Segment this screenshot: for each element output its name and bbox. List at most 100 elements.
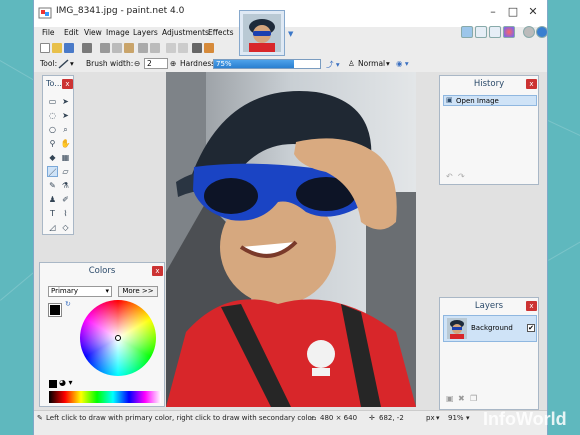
layer-row[interactable]: Background ✔ (443, 315, 537, 342)
palette-menu-icon[interactable]: ◕ ▾ (59, 378, 73, 387)
tool-dropdown-icon[interactable]: ▾ (70, 59, 74, 68)
line-curve-icon[interactable]: ⌇ (60, 208, 71, 219)
ellipse-select-icon[interactable]: ○ (47, 124, 58, 135)
text-icon[interactable]: T (47, 208, 58, 219)
primary-secondary-select[interactable]: Primary ▾ (48, 286, 112, 297)
palette-black-swatch[interactable] (49, 380, 57, 388)
checkmark-icon: ✔ (528, 324, 534, 332)
move-selection-icon[interactable]: ➤ (60, 110, 71, 121)
history-undo-icon[interactable]: ↶ (446, 172, 453, 181)
brush-width-decrease-icon[interactable]: ⊖ (134, 59, 140, 68)
add-layer-icon[interactable]: ▣ (446, 394, 454, 403)
paste-icon[interactable] (124, 43, 134, 53)
units-select[interactable]: px (426, 414, 435, 422)
blend-mode-dropdown-icon[interactable]: ▾ (386, 59, 390, 68)
zoom-level[interactable]: 91% (448, 414, 464, 422)
lasso-select-icon[interactable]: ◌ (47, 110, 58, 121)
print-icon[interactable] (82, 43, 92, 53)
chevron-down-icon: ▾ (105, 287, 109, 295)
deselect-icon[interactable] (150, 43, 160, 53)
minimize-button[interactable]: – (484, 4, 502, 20)
delete-layer-icon[interactable]: ✖ (458, 394, 465, 403)
save-file-icon[interactable] (64, 43, 74, 53)
magic-wand-icon[interactable]: ⚲ (47, 138, 58, 149)
ruler-icon[interactable] (204, 43, 214, 53)
menu-layers[interactable]: Layers (133, 28, 158, 37)
history-item[interactable]: ▣ Open Image (443, 95, 537, 106)
blend-mode-select[interactable]: Normal (358, 59, 385, 68)
layers-window-toggle-icon[interactable] (489, 26, 501, 38)
primary-color-swatch[interactable] (48, 303, 62, 317)
menu-view[interactable]: View (84, 28, 102, 37)
rectangle-select-icon[interactable]: ▭ (47, 96, 58, 107)
close-window-button[interactable]: ✕ (524, 4, 542, 20)
brush-width-input[interactable]: 2 (144, 58, 168, 69)
zoom-icon[interactable]: ⌕ (60, 124, 71, 135)
menu-edit[interactable]: Edit (64, 28, 79, 37)
layers-panel-title: Layers (474, 301, 504, 311)
image-list-dropdown-icon[interactable]: ▼ (288, 30, 293, 38)
selection-mode-icon[interactable]: ◉ ▾ (396, 59, 409, 68)
layers-panel-close-button[interactable]: x (526, 301, 537, 311)
cut-icon[interactable] (100, 43, 110, 53)
workspace: To... x ▭ ➤ ◌ ➤ ○ ⌕ ⚲ ✋ ◆ ▦ ／ ▱ ✎ ⚗ ♟ ✐ … (34, 72, 547, 410)
infoworld-watermark: InfoWorld (483, 409, 567, 429)
color-wheel-cursor[interactable] (115, 335, 121, 341)
shape-style-icon[interactable]: ◇ (60, 222, 71, 233)
menu-effects[interactable]: Effects (208, 28, 234, 37)
pan-icon[interactable]: ✋ (60, 138, 71, 149)
redo-icon[interactable] (178, 43, 188, 53)
image-canvas[interactable] (166, 72, 416, 407)
zoom-dropdown-icon[interactable]: ▾ (466, 414, 470, 422)
recolor-icon[interactable]: ✐ (60, 194, 71, 205)
color-picker-icon[interactable]: ⚗ (60, 180, 71, 191)
antialiasing-icon[interactable]: ⤴ ▾ (326, 59, 340, 70)
menu-adjustments[interactable]: Adjustments (162, 28, 209, 37)
maximize-button[interactable]: □ (504, 4, 522, 20)
shapes-icon[interactable]: ◿ (47, 222, 58, 233)
palette-select-value: Primary (51, 287, 79, 295)
tool-options-bar: Tool: ▾ Brush width: ⊖ 2 ⊕ Hardness: 75%… (34, 57, 547, 71)
tools-panel-title: To... (46, 79, 62, 88)
history-panel-title: History (473, 79, 505, 89)
color-wheel[interactable] (80, 300, 156, 376)
brush-width-label: Brush width: (86, 59, 134, 68)
layer-name: Background (471, 324, 513, 332)
history-window-toggle-icon[interactable] (475, 26, 487, 38)
move-selected-icon[interactable]: ➤ (60, 96, 71, 107)
paintbrush-tool-icon[interactable] (58, 59, 70, 69)
undo-icon[interactable] (166, 43, 176, 53)
menu-image[interactable]: Image (106, 28, 130, 37)
paint-bucket-icon[interactable]: ◆ (47, 152, 58, 163)
brush-width-increase-icon[interactable]: ⊕ (170, 59, 176, 68)
gradient-icon[interactable]: ▦ (60, 152, 71, 163)
colors-panel-close-button[interactable]: x (152, 266, 163, 276)
help-icon[interactable] (536, 26, 547, 38)
layer-visibility-checkbox[interactable]: ✔ (527, 324, 535, 332)
settings-gear-icon[interactable] (523, 26, 535, 38)
hardness-slider[interactable]: 75% (213, 59, 321, 69)
tools-panel-close-button[interactable]: x (62, 79, 73, 89)
new-file-icon[interactable] (40, 43, 50, 53)
clone-stamp-icon[interactable]: ♟ (47, 194, 58, 205)
tools-window-toggle-icon[interactable] (461, 26, 473, 38)
colors-window-toggle-icon[interactable] (503, 26, 515, 38)
brush-hint-icon: ✎ (37, 414, 43, 422)
copy-icon[interactable] (112, 43, 122, 53)
units-dropdown-icon[interactable]: ▾ (436, 414, 440, 422)
grid-icon[interactable] (192, 43, 202, 53)
open-file-icon[interactable] (52, 43, 62, 53)
paintbrush-icon[interactable]: ／ (47, 166, 58, 177)
colors-panel: Colors x Primary ▾ More >> ↻ ◕ ▾ (39, 262, 165, 407)
swap-colors-icon[interactable]: ↻ (65, 300, 71, 308)
pencil-icon[interactable]: ✎ (47, 180, 58, 191)
more-colors-button[interactable]: More >> (118, 286, 158, 297)
history-panel-close-button[interactable]: x (526, 79, 537, 89)
history-panel: History x ▣ Open Image ↶ ↷ (439, 75, 539, 185)
crop-icon[interactable] (138, 43, 148, 53)
duplicate-layer-icon[interactable]: ❐ (470, 394, 477, 403)
menu-file[interactable]: File (42, 28, 55, 37)
color-palette-strip[interactable] (49, 391, 161, 403)
history-redo-icon[interactable]: ↷ (458, 172, 465, 181)
eraser-icon[interactable]: ▱ (60, 166, 71, 177)
